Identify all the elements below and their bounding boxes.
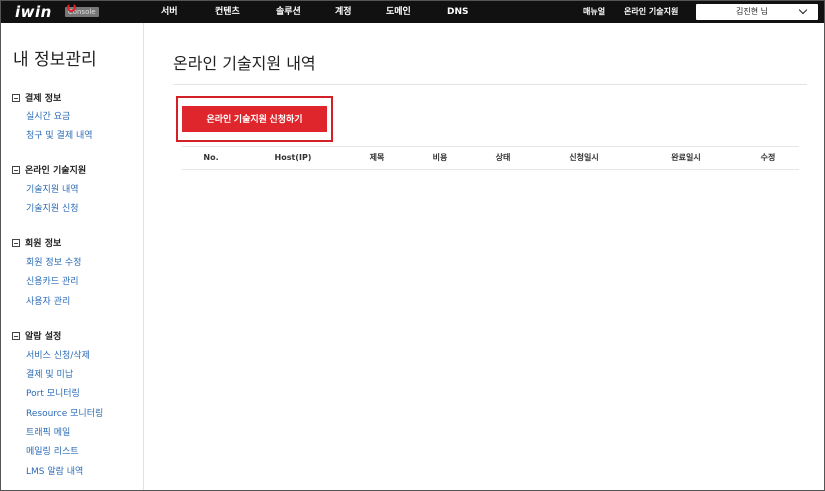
sidebar-item-resource-monitoring[interactable]: Resource 모니터링 bbox=[26, 406, 103, 419]
online-support-link[interactable]: 온라인 기술지원 bbox=[624, 1, 678, 23]
sidebar-item-edit-member[interactable]: 회원 정보 수정 bbox=[26, 255, 81, 268]
column-header-subject: 제목 bbox=[369, 153, 385, 162]
user-menu-select[interactable]: 김진현 님 bbox=[696, 4, 818, 20]
nav-domain[interactable]: 도메인 bbox=[386, 1, 411, 23]
sidebar: 내 정보관리 결제 정보 실시간 요금 청구 및 결제 내역 온라인 기술지원 … bbox=[1, 23, 144, 490]
collapse-minus-icon bbox=[12, 238, 20, 247]
sidebar-item-user-management[interactable]: 사용자 관리 bbox=[26, 294, 70, 307]
nav-contents[interactable]: 컨텐츠 bbox=[215, 1, 240, 23]
collapse-minus-icon bbox=[12, 165, 20, 174]
column-header-request-date: 신청일시 bbox=[569, 153, 599, 162]
power-icon bbox=[67, 3, 76, 12]
chevron-down-icon bbox=[798, 5, 808, 15]
nav-dns[interactable]: DNS bbox=[447, 1, 469, 23]
collapse-minus-icon bbox=[12, 93, 20, 102]
nav-solution[interactable]: 솔루션 bbox=[276, 1, 301, 23]
column-header-no: No. bbox=[203, 153, 219, 162]
nav-account[interactable]: 계정 bbox=[335, 1, 352, 23]
sidebar-item-lms-alarm[interactable]: LMS 알람 내역 bbox=[26, 464, 83, 477]
apply-support-button[interactable]: 온라인 기술지원 신청하기 bbox=[182, 106, 327, 132]
sidebar-item-port-monitoring[interactable]: Port 모니터링 bbox=[26, 386, 80, 399]
logo-text: iwin bbox=[15, 3, 52, 21]
column-header-complete-date: 완료일시 bbox=[671, 153, 701, 162]
sidebar-item-credit-card[interactable]: 신용카드 관리 bbox=[26, 274, 79, 287]
section-member-info[interactable]: 회원 정보 bbox=[12, 236, 61, 249]
column-header-cost: 비용 bbox=[432, 153, 448, 162]
section-alarm-settings[interactable]: 알람 설정 bbox=[12, 329, 61, 342]
column-header-host: Host(IP) bbox=[274, 153, 312, 162]
section-label: 결제 정보 bbox=[25, 94, 62, 104]
sidebar-item-traffic-mail[interactable]: 트래픽 메일 bbox=[26, 425, 70, 438]
sidebar-item-service-request[interactable]: 서비스 신청/삭제 bbox=[26, 348, 90, 361]
sidebar-title: 내 정보관리 bbox=[13, 50, 97, 70]
title-divider bbox=[173, 84, 807, 85]
section-label: 온라인 기술지원 bbox=[25, 166, 87, 176]
section-label: 회원 정보 bbox=[25, 239, 62, 249]
support-table-header: No. Host(IP) 제목 비용 상태 신청일시 완료일시 수정 bbox=[182, 146, 799, 170]
manual-link[interactable]: 매뉴얼 bbox=[583, 1, 605, 23]
sidebar-item-support-history[interactable]: 기술지원 내역 bbox=[26, 182, 79, 195]
page-title: 온라인 기술지원 내역 bbox=[173, 54, 316, 73]
sidebar-item-payment-unpaid[interactable]: 결제 및 미납 bbox=[26, 367, 73, 380]
section-online-support[interactable]: 온라인 기술지원 bbox=[12, 163, 86, 176]
brand-logo[interactable]: iwin Console bbox=[15, 2, 99, 22]
collapse-minus-icon bbox=[12, 331, 20, 340]
sidebar-item-support-request[interactable]: 기술지원 신청 bbox=[26, 201, 79, 214]
highlight-box: 온라인 기술지원 신청하기 bbox=[176, 96, 333, 142]
sidebar-item-mailing-list[interactable]: 메일링 리스트 bbox=[26, 444, 79, 457]
sidebar-item-realtime-fee[interactable]: 실시간 요금 bbox=[26, 109, 70, 122]
column-header-status: 상태 bbox=[495, 153, 511, 162]
column-header-edit: 수정 bbox=[760, 153, 776, 162]
top-navigation-bar: iwin Console 서버 컨텐츠 솔루션 계정 도메인 DNS 매뉴얼 온… bbox=[1, 1, 824, 23]
section-label: 알람 설정 bbox=[25, 332, 62, 342]
sidebar-item-billing-history[interactable]: 청구 및 결제 내역 bbox=[26, 128, 93, 141]
section-payment[interactable]: 결제 정보 bbox=[12, 91, 61, 104]
user-name: 김진현 님 bbox=[736, 7, 768, 16]
nav-server[interactable]: 서버 bbox=[161, 1, 178, 23]
